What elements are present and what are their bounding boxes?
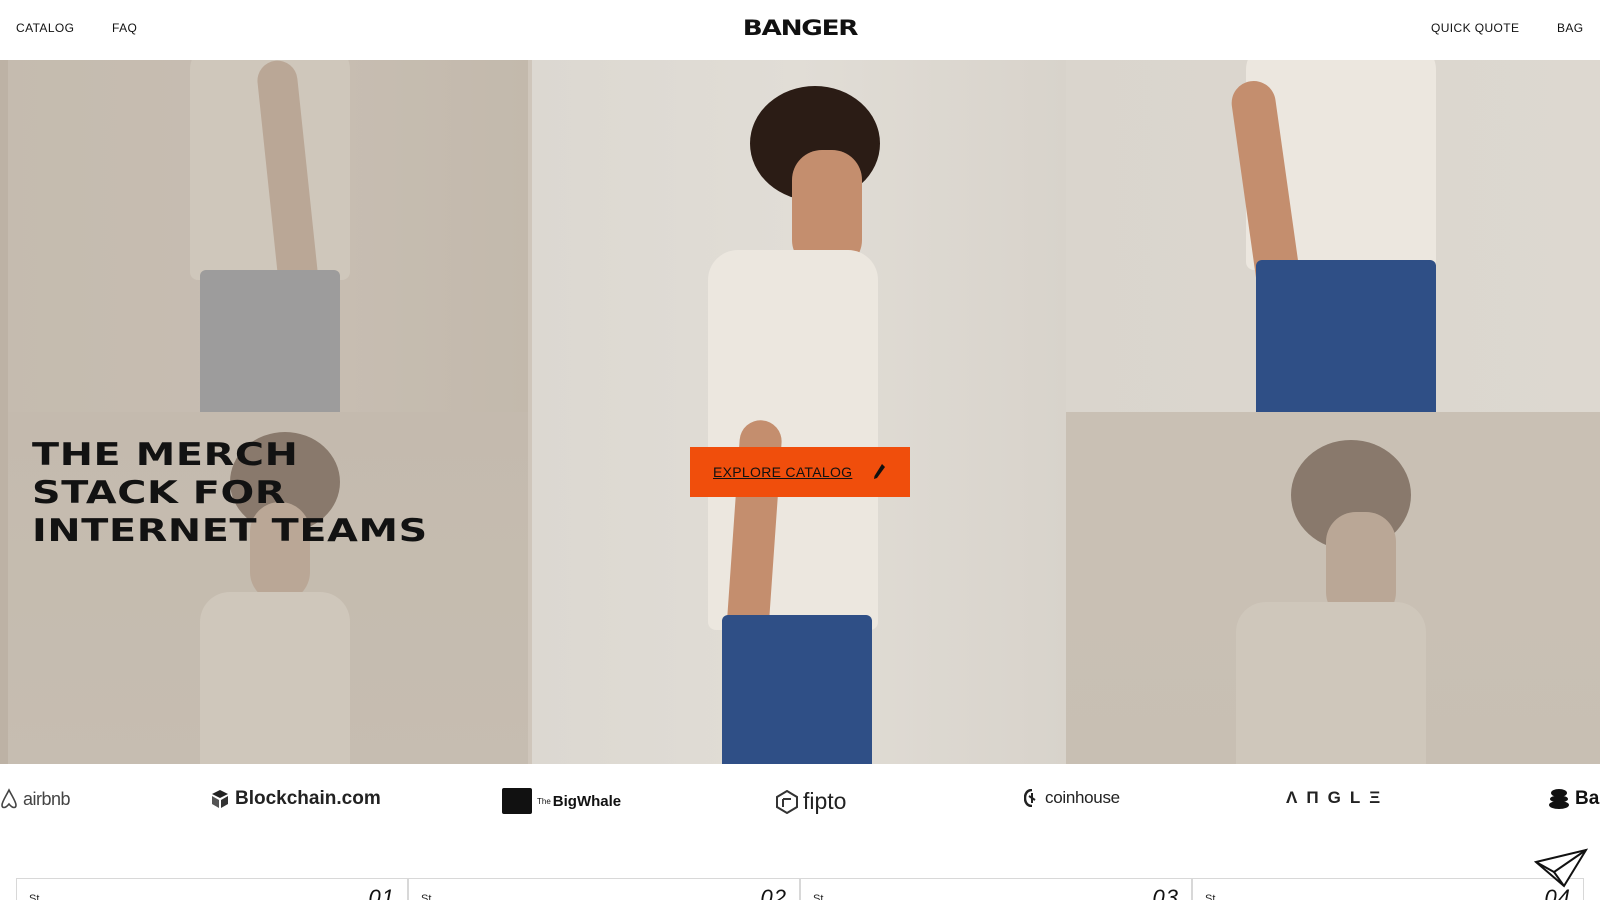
brand-coinhouse-label: coinhouse	[1045, 788, 1120, 807]
hero-headline: THE MERCH STACK FOR INTERNET TEAMS	[32, 436, 428, 550]
brand-logo[interactable]: BANGER	[725, 16, 875, 40]
explore-catalog-button[interactable]: EXPLORE CATALOG	[690, 447, 910, 497]
brand-ba: Ba	[1548, 788, 1599, 810]
brand-ba-label: Ba	[1575, 788, 1600, 809]
site-header: CATALOG FAQ BANGER QUICK QUOTE BAG	[0, 0, 1600, 60]
brand-airbnb: airbnb	[0, 788, 71, 810]
nav-faq-link[interactable]: FAQ	[112, 21, 137, 35]
stat-card-label: St	[813, 893, 824, 900]
brand-bigwhale: The BigWhale	[502, 788, 621, 814]
stat-card[interactable]: St 02	[408, 878, 800, 900]
airbnb-icon	[1, 788, 17, 809]
brand-blockchain: Blockchain.com	[210, 788, 381, 810]
hero-headline-line-1: THE MERCH	[32, 437, 299, 473]
coinhouse-icon	[1024, 789, 1036, 807]
brand-coinhouse: coinhouse	[1024, 788, 1120, 808]
stat-card-number: 02	[760, 885, 787, 900]
stat-card-label: St	[1205, 893, 1216, 900]
bigwhale-icon	[502, 788, 532, 814]
brand-bigwhale-label: BigWhale	[552, 792, 622, 810]
brand-fipto-label: fipto	[803, 788, 847, 814]
nav-catalog-link[interactable]: CATALOG	[16, 21, 74, 35]
stat-card-label: St	[421, 893, 432, 900]
pencil-icon	[874, 464, 885, 479]
brand-airbnb-label: airbnb	[23, 788, 71, 809]
stats-cards-row: St 01 St 02 St 03 St 04	[16, 878, 1584, 900]
paper-plane-icon[interactable]	[1534, 848, 1588, 888]
brand-angle: ΛΠGLΞ	[1286, 788, 1389, 808]
stat-card[interactable]: St 01	[16, 878, 408, 900]
stat-card-number: 03	[1152, 885, 1179, 900]
brand-bigwhale-prefix: The	[537, 796, 551, 806]
fipto-icon	[776, 789, 798, 814]
stat-card-label: St	[29, 893, 40, 900]
explore-catalog-label: EXPLORE CATALOG	[713, 464, 853, 480]
blockchain-icon	[212, 790, 228, 808]
nav-quick-quote-link[interactable]: QUICK QUOTE	[1431, 21, 1519, 35]
nav-bag-link[interactable]: BAG	[1557, 21, 1584, 35]
hero-image-right-bottom	[1066, 412, 1600, 764]
stat-card[interactable]: St 03	[800, 878, 1192, 900]
stat-card[interactable]: St 04	[1192, 878, 1584, 900]
hero-section: THE MERCH STACK FOR INTERNET TEAMS EXPLO…	[0, 60, 1600, 764]
brand-angle-label: ΛΠGLΞ	[1286, 788, 1390, 807]
stat-card-number: 01	[368, 885, 395, 900]
hero-headline-line-3: INTERNET TEAMS	[32, 513, 428, 549]
brand-fipto: fipto	[776, 788, 846, 815]
hero-image-left-top	[0, 60, 528, 412]
brand-blockchain-label: Blockchain.com	[235, 788, 381, 809]
stack-icon	[1549, 789, 1569, 809]
hero-edge-strip	[0, 60, 8, 764]
hero-image-right-top	[1066, 60, 1600, 412]
hero-image-center	[532, 60, 1066, 764]
hero-headline-line-2: STACK FOR	[32, 475, 287, 511]
client-logos-strip: airbnb Blockchain.com The BigWhale fipto…	[0, 764, 1600, 840]
